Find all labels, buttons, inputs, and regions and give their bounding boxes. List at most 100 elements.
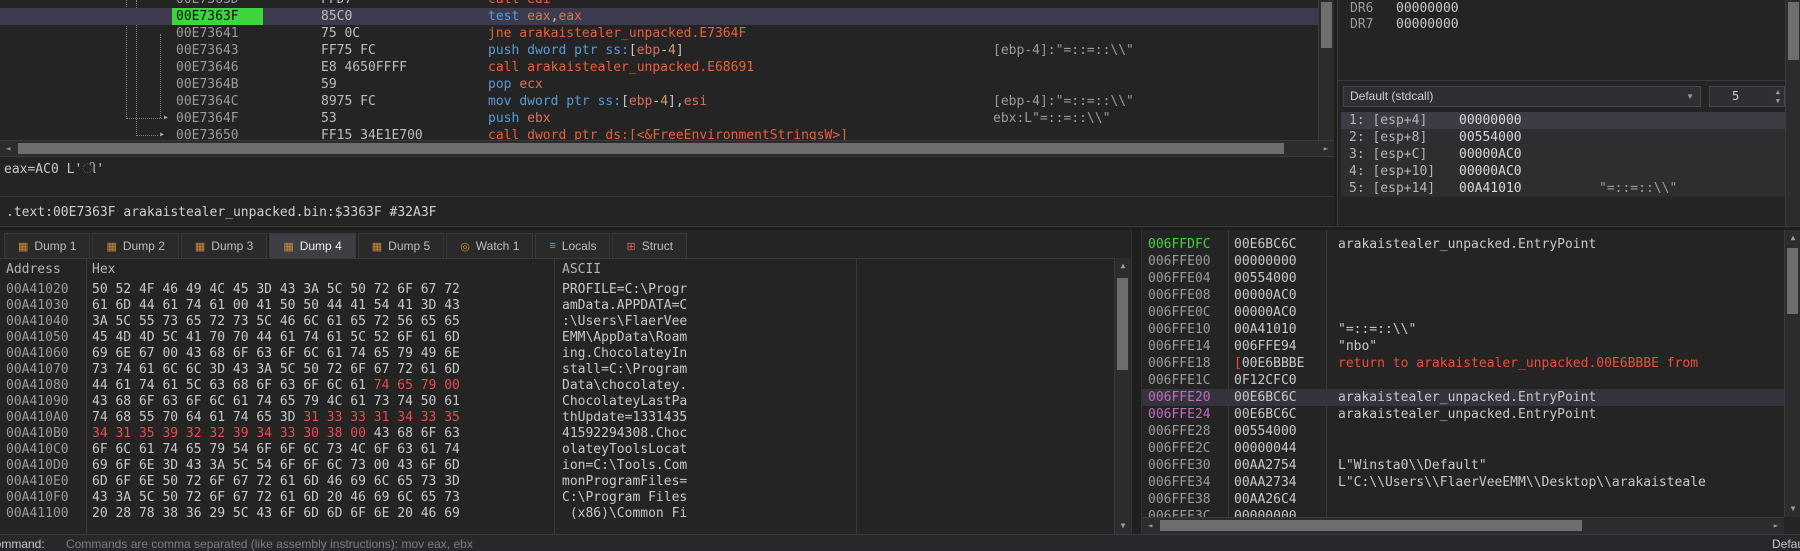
stack-row[interactable]: 006FFE00 00000000 bbox=[1142, 253, 1800, 270]
register-row[interactable]: DR6 00000000 bbox=[1350, 1, 1459, 17]
stack-row[interactable]: 006FFE10 00A41010 "=::=::\\" bbox=[1142, 321, 1800, 338]
arg-row[interactable]: 5: [esp+14] 00A41010 "=::=::\\" bbox=[1341, 180, 1785, 197]
scrollbar-thumb[interactable] bbox=[1787, 248, 1798, 314]
disasm-row[interactable]: 00E7364C 8975 FC mov dword ptr ss:[ebp-4],… bbox=[0, 93, 1318, 110]
scroll-up-icon[interactable]: ▲ bbox=[1785, 230, 1800, 246]
scroll-down-icon[interactable]: ▼ bbox=[1115, 518, 1131, 534]
stack-row[interactable]: 006FFE14 006FFE94 "пbo" bbox=[1142, 338, 1800, 355]
spin-down-icon[interactable]: ▼ bbox=[1776, 97, 1780, 105]
command-input[interactable] bbox=[64, 535, 1748, 551]
debugger-window: ▸ ▸ ▸ EIP 00E7363DFFD7call edi00E7363F85… bbox=[0, 0, 1800, 551]
tab-locals[interactable]: ≡ Locals bbox=[535, 233, 611, 258]
arg-row[interactable]: 3: [esp+C] 00000AC0 bbox=[1341, 146, 1785, 163]
register-row[interactable]: DR7 00000000 bbox=[1350, 17, 1459, 33]
calling-convention-select[interactable]: Default (stdcall) ▼ bbox=[1343, 86, 1701, 107]
dump-row[interactable]: 00A41070 73 74 61 6C 6C 3D 43 3A 5C 50 72… bbox=[0, 362, 1131, 378]
tab-label: Dump 3 bbox=[211, 239, 254, 253]
stack-row[interactable]: 006FFE18 [00E6BBBE return to arakaistealer… bbox=[1142, 355, 1800, 372]
scroll-right-icon[interactable]: ► bbox=[1768, 518, 1784, 534]
stack-row[interactable]: 006FFE34 00AA2734 L"C:\\Users\\FlaerVeeEMM… bbox=[1142, 474, 1800, 491]
dump-row[interactable]: 00A410E0 6D 6F 6E 50 72 6F 67 72 61 6D 46… bbox=[0, 474, 1131, 490]
stack-row[interactable]: 006FFE28 00554000 bbox=[1142, 423, 1800, 440]
dump-row[interactable]: 00A410C0 6F 6C 61 74 65 79 54 6F 6F 6C 73… bbox=[0, 442, 1131, 458]
disasm-horizontal-scrollbar[interactable]: ◄ ► bbox=[0, 140, 1334, 157]
tab-label: Dump 2 bbox=[122, 239, 165, 253]
stack-horizontal-scrollbar[interactable]: ◄ ► bbox=[1142, 517, 1784, 534]
dump-row[interactable]: 00A41090 43 68 6F 63 6F 6C 61 74 65 79 4C… bbox=[0, 394, 1131, 410]
stack-row[interactable]: 006FFE38 00AA26C4 bbox=[1142, 491, 1800, 508]
dump-row[interactable]: 00A41100 20 28 78 38 36 29 5C 43 6F 6D 6D… bbox=[0, 506, 1131, 522]
scrollbar-thumb[interactable] bbox=[1788, 2, 1799, 60]
registers-vertical-scrollbar[interactable] bbox=[1785, 0, 1800, 226]
scrollbar-thumb[interactable] bbox=[1117, 278, 1128, 370]
scroll-left-icon[interactable]: ◄ bbox=[1142, 518, 1158, 534]
stack-row[interactable]: 006FFE08 00000AC0 bbox=[1142, 287, 1800, 304]
command-label: Command: bbox=[0, 537, 45, 551]
status-line: .text:00E7363F arakaistealer_unpacked.bi… bbox=[6, 205, 437, 220]
tab-dump-2[interactable]: ▦ Dump 2 bbox=[92, 233, 179, 258]
tab-watch-1[interactable]: ◎ Watch 1 bbox=[446, 233, 534, 258]
tab-dump-1[interactable]: ▦ Dump 1 bbox=[4, 233, 91, 258]
spin-up-icon[interactable]: ▲ bbox=[1776, 88, 1780, 96]
dump-icon: ▦ bbox=[283, 240, 294, 253]
scroll-down-icon[interactable]: ▼ bbox=[1785, 501, 1800, 517]
tab-struct[interactable]: ⊞ Struct bbox=[612, 233, 688, 258]
stack-vertical-scrollbar[interactable]: ▲ ▼ bbox=[1784, 230, 1800, 517]
disasm-row[interactable]: 00E7363DFFD7call edi bbox=[0, 0, 1318, 8]
tab-dump-4[interactable]: ▦ Dump 4 bbox=[269, 233, 356, 258]
stack-row[interactable]: 006FFE2C 00000044 bbox=[1142, 440, 1800, 457]
arg-row[interactable]: 1: [esp+4] 00000000 bbox=[1341, 112, 1785, 129]
scroll-right-icon[interactable]: ► bbox=[1318, 141, 1334, 157]
disasm-vertical-scrollbar[interactable] bbox=[1318, 0, 1335, 140]
disasm-row[interactable]: 00E7364B 59 pop ecx bbox=[0, 76, 1318, 93]
dump-row[interactable]: 00A410B0 34 31 35 39 32 32 39 34 33 30 38… bbox=[0, 426, 1131, 442]
stack-row[interactable]: 006FFE20 00E6BC6C arakaistealer_unpacked.E… bbox=[1142, 389, 1800, 406]
dump-icon: ▦ bbox=[371, 240, 383, 253]
scrollbar-thumb[interactable] bbox=[1321, 2, 1332, 48]
disasm-rows: 00E7363DFFD7call edi00E7363F85C0test eax… bbox=[0, 0, 1318, 140]
scroll-up-icon[interactable]: ▲ bbox=[1115, 258, 1131, 274]
vertical-splitter[interactable] bbox=[1131, 230, 1142, 534]
stack-rows: 006FFDFC 00E6BC6C arakaistealer_unpacked.E… bbox=[1142, 236, 1800, 525]
dump-row[interactable]: 00A41030 61 6D 44 61 74 61 00 41 50 50 44… bbox=[0, 298, 1131, 314]
arg-row[interactable]: 2: [esp+8] 00554000 bbox=[1341, 129, 1785, 146]
struct-icon: ⊞ bbox=[626, 240, 636, 253]
tab-label: Dump 5 bbox=[388, 239, 431, 253]
scroll-left-icon[interactable]: ◄ bbox=[0, 141, 16, 157]
dump-row[interactable]: 00A41060 69 6E 67 00 43 68 6F 63 6F 6C 61… bbox=[0, 346, 1131, 362]
tab-dump-5[interactable]: ▦ Dump 5 bbox=[357, 233, 445, 258]
disasm-row[interactable]: 00E73650 FF15 34E1E700 call dword ptr ds:[… bbox=[0, 127, 1318, 140]
vertical-splitter[interactable] bbox=[1334, 0, 1337, 226]
disasm-row[interactable]: 00E73646 E8 4650FFFF call arakaistealer_un… bbox=[0, 59, 1318, 76]
tab-label: Dump 4 bbox=[299, 239, 342, 253]
tab-bar-line bbox=[0, 258, 1131, 259]
stack-row[interactable]: 006FFE1C 0F12CFC0 bbox=[1142, 372, 1800, 389]
disasm-row[interactable]: 00E7364F 53 push ebx ebx:L"=::=::\\" bbox=[0, 110, 1318, 127]
dump-row[interactable]: 00A41020 50 52 4F 46 49 4C 45 3D 43 3A 5C… bbox=[0, 282, 1131, 298]
command-bar: Command: Default bbox=[0, 534, 1800, 551]
tab-dump-3[interactable]: ▦ Dump 3 bbox=[180, 233, 268, 258]
stack-row[interactable]: 006FFE30 00AA2754 L"Winsta0\\Default" bbox=[1142, 457, 1800, 474]
stack-row[interactable]: 006FFE24 00E6BC6C arakaistealer_unpacked.E… bbox=[1142, 406, 1800, 423]
divider bbox=[1338, 80, 1800, 81]
dump-vertical-scrollbar[interactable]: ▲ ▼ bbox=[1114, 258, 1131, 534]
stack-row[interactable]: 006FFE04 00554000 bbox=[1142, 270, 1800, 287]
dump-row[interactable]: 00A410A0 74 68 55 70 64 61 74 65 3D 31 33… bbox=[0, 410, 1131, 426]
scrollbar-thumb[interactable] bbox=[1160, 520, 1582, 531]
disasm-row[interactable]: 00E73641 75 0C jne arakaistealer_unpacked.… bbox=[0, 25, 1318, 42]
arg-count-spinner[interactable]: 5 ▲ ▼ bbox=[1709, 86, 1785, 107]
dump-row[interactable]: 00A410F0 43 3A 5C 50 72 6F 67 72 61 6D 20… bbox=[0, 490, 1131, 506]
disasm-row[interactable]: 00E7363F 85C0 test eax,eax bbox=[0, 8, 1318, 25]
scrollbar-thumb[interactable] bbox=[18, 143, 1284, 154]
disasm-row[interactable]: 00E73643 FF75 FC push dword ptr ss:[ebp-4]… bbox=[0, 42, 1318, 59]
dump-row[interactable]: 00A41040 3A 5C 55 73 65 72 73 5C 46 6C 61… bbox=[0, 314, 1131, 330]
stack-row[interactable]: 006FFDFC 00E6BC6C arakaistealer_unpacked.E… bbox=[1142, 236, 1800, 253]
disassembly-pane: ▸ ▸ ▸ EIP 00E7363DFFD7call edi00E7363F85… bbox=[0, 0, 1318, 140]
stack-row[interactable]: 006FFE0C 00000AC0 bbox=[1142, 304, 1800, 321]
dump-rows: 00A41020 50 52 4F 46 49 4C 45 3D 43 3A 5C… bbox=[0, 282, 1131, 522]
arg-row[interactable]: 4: [esp+10] 00000AC0 bbox=[1341, 163, 1785, 180]
dump-row[interactable]: 00A41080 44 61 74 61 5C 63 68 6F 63 6F 6C… bbox=[0, 378, 1131, 394]
divider bbox=[0, 196, 1334, 197]
dump-row[interactable]: 00A41050 45 4D 4D 5C 41 70 70 44 61 74 61… bbox=[0, 330, 1131, 346]
dump-row[interactable]: 00A410D0 69 6F 6E 3D 43 3A 5C 54 6F 6F 6C… bbox=[0, 458, 1131, 474]
